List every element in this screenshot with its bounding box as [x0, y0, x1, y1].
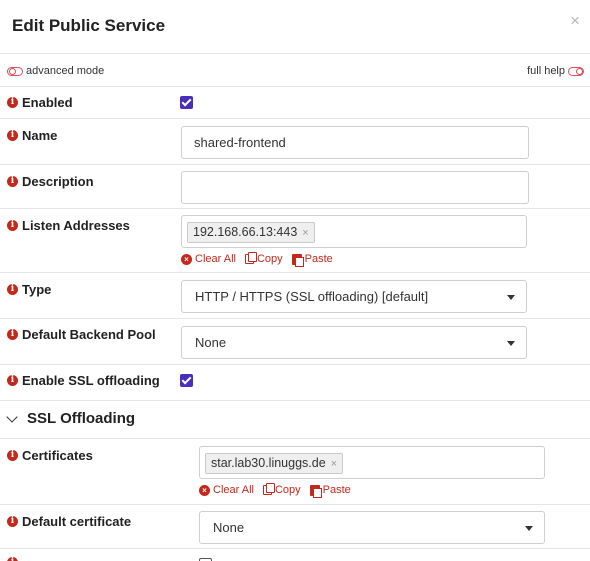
- info-icon[interactable]: i: [7, 329, 18, 340]
- enabled-checkbox[interactable]: [180, 96, 193, 109]
- info-icon[interactable]: i: [7, 284, 18, 295]
- row-listen-addresses: i Listen Addresses 192.168.66.13:443 × × Cl…: [0, 208, 590, 272]
- enabled-label: Enabled: [22, 95, 73, 110]
- copy-button[interactable]: Copy: [244, 252, 283, 265]
- copy-label: Copy: [256, 253, 283, 265]
- section-title: SSL Offloading: [27, 410, 136, 427]
- info-icon[interactable]: i: [7, 450, 18, 461]
- default-certificate-selected-value: None: [213, 520, 245, 535]
- clear-all-label: Clear All: [213, 484, 254, 496]
- info-icon[interactable]: i: [7, 516, 18, 527]
- backend-pool-selected-value: None: [195, 335, 227, 350]
- row-next-partial: i: [0, 548, 590, 561]
- toggle-icon: [568, 66, 584, 76]
- field-label: i Certificates: [7, 448, 93, 463]
- info-icon[interactable]: i: [7, 130, 18, 141]
- info-icon[interactable]: i: [7, 176, 18, 187]
- name-label: Name: [22, 128, 58, 143]
- description-label: Description: [22, 174, 94, 189]
- info-icon[interactable]: i: [7, 97, 18, 108]
- row-default-backend-pool: i Default Backend Pool None: [0, 318, 590, 364]
- type-label: Type: [22, 282, 52, 297]
- row-type: i Type HTTP / HTTPS (SSL offloading) [def…: [0, 272, 590, 318]
- full-help-label: full help: [527, 65, 565, 78]
- enable-ssl-offloading-label: Enable SSL offloading: [22, 373, 160, 388]
- toggle-off-icon: [7, 66, 23, 76]
- type-selected-value: HTTP / HTTPS (SSL offloading) [default]: [195, 289, 429, 304]
- name-input[interactable]: shared-frontend: [181, 126, 529, 159]
- default-backend-pool-label: Default Backend Pool: [22, 327, 156, 342]
- clear-icon: ×: [181, 253, 192, 265]
- certificates-actions: × Clear All Copy Paste: [199, 483, 351, 498]
- advanced-mode-toggle[interactable]: advanced mode: [7, 65, 104, 77]
- field-label: i Default Backend Pool: [7, 327, 156, 342]
- close-icon[interactable]: ×: [570, 12, 580, 29]
- default-backend-pool-select[interactable]: None: [181, 326, 527, 359]
- listen-addresses-actions: × Clear All Copy Paste: [181, 252, 333, 267]
- certificates-label: Certificates: [22, 448, 93, 463]
- certificate-tag[interactable]: star.lab30.linuggs.de ×: [205, 453, 344, 474]
- chevron-down-icon: [525, 526, 533, 531]
- field-label: i Enabled: [7, 95, 73, 110]
- dialog-title: Edit Public Service: [12, 16, 166, 35]
- copy-icon: [244, 252, 257, 264]
- remove-tag-icon[interactable]: ×: [331, 458, 337, 470]
- paste-icon: [291, 253, 304, 267]
- paste-label: Paste: [322, 484, 351, 496]
- paste-icon: [309, 484, 322, 498]
- row-certificates: i Certificates star.lab30.linuggs.de × × Cl…: [0, 438, 590, 504]
- default-certificate-label: Default certificate: [22, 514, 132, 529]
- field-label: i Type: [7, 282, 51, 297]
- description-input[interactable]: [181, 171, 529, 204]
- copy-button[interactable]: Copy: [262, 483, 301, 496]
- info-icon[interactable]: i: [7, 375, 18, 386]
- copy-icon: [262, 483, 275, 495]
- field-label: i Default certificate: [7, 514, 131, 529]
- listen-addresses-label: Listen Addresses: [22, 218, 130, 233]
- remove-tag-icon[interactable]: ×: [302, 227, 308, 239]
- paste-label: Paste: [304, 253, 333, 265]
- field-label: i Listen Addresses: [7, 218, 130, 233]
- row-name: i Name shared-frontend: [0, 118, 590, 164]
- default-certificate-select[interactable]: None: [199, 511, 545, 544]
- row-enable-ssl-offloading: i Enable SSL offloading: [0, 364, 590, 400]
- clear-all-label: Clear All: [195, 253, 236, 265]
- info-icon[interactable]: i: [7, 557, 18, 561]
- tag-label: star.lab30.linuggs.de: [211, 456, 326, 470]
- tag-label: 192.168.66.13:443: [193, 225, 298, 239]
- listen-addresses-input[interactable]: 192.168.66.13:443 ×: [181, 215, 527, 248]
- full-help-toggle[interactable]: full help: [527, 65, 584, 77]
- dialog-header: Edit Public Service ×: [0, 0, 590, 54]
- row-default-certificate: i Default certificate None: [0, 504, 590, 548]
- info-icon[interactable]: i: [7, 220, 18, 231]
- row-enabled: i Enabled: [0, 86, 590, 118]
- clear-all-button[interactable]: × Clear All: [181, 253, 236, 265]
- ssl-offloading-section-header[interactable]: SSL Offloading: [0, 400, 590, 438]
- address-tag[interactable]: 192.168.66.13:443 ×: [187, 222, 315, 243]
- clear-all-button[interactable]: × Clear All: [199, 484, 254, 496]
- type-select[interactable]: HTTP / HTTPS (SSL offloading) [default]: [181, 280, 527, 313]
- chevron-down-icon: [507, 295, 515, 300]
- field-label: i Name: [7, 128, 57, 143]
- field-label: i Enable SSL offloading: [7, 373, 160, 388]
- enable-ssl-offloading-checkbox[interactable]: [180, 374, 193, 387]
- field-label: i Description: [7, 174, 94, 189]
- paste-button[interactable]: Paste: [291, 253, 333, 267]
- advanced-mode-label: advanced mode: [26, 65, 105, 78]
- certificates-input[interactable]: star.lab30.linuggs.de ×: [199, 446, 545, 479]
- chevron-down-icon: [6, 411, 18, 423]
- row-description: i Description: [0, 164, 590, 208]
- field-label: i: [7, 557, 22, 561]
- chevron-down-icon: [507, 341, 515, 346]
- clear-icon: ×: [199, 484, 210, 496]
- copy-label: Copy: [274, 484, 301, 496]
- paste-button[interactable]: Paste: [309, 484, 351, 498]
